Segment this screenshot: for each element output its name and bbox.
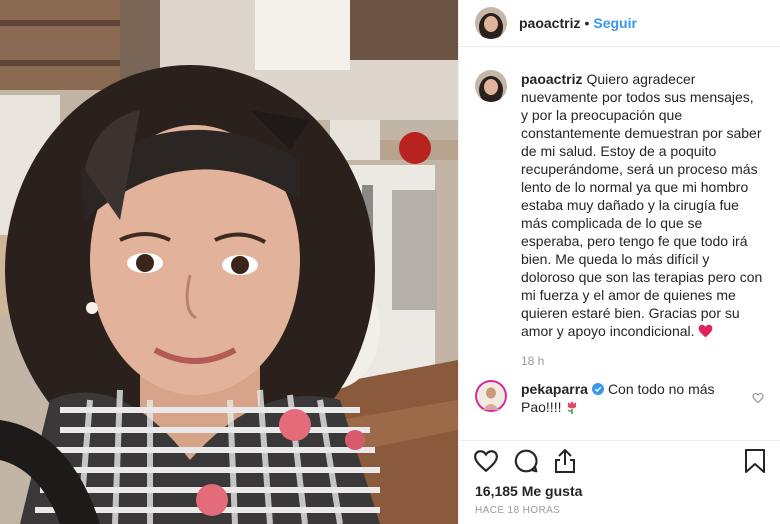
post-side-panel: paoactriz • Seguir paoactriz Quiero agrad… <box>458 0 780 524</box>
verified-badge-icon <box>591 383 604 395</box>
author-avatar[interactable] <box>475 7 507 39</box>
action-icons <box>459 441 780 481</box>
like-count[interactable]: 16,185 Me gusta <box>459 483 780 499</box>
header-separator: • <box>584 15 590 31</box>
tulip-icon <box>567 401 577 414</box>
commenter-username[interactable]: pekaparra <box>521 381 588 397</box>
comments-list: paoactriz Quiero agradecer nuevamente por… <box>459 70 780 416</box>
selfie-photo-image <box>0 0 458 524</box>
caption-body: paoactriz Quiero agradecer nuevamente por… <box>521 70 764 340</box>
caption-time: 18 h <box>521 354 545 368</box>
post-photo[interactable] <box>0 0 458 524</box>
bookmark-icon[interactable] <box>744 448 766 474</box>
post-timestamp[interactable]: HACE 18 HORAS <box>459 505 780 516</box>
caption: paoactriz Quiero agradecer nuevamente por… <box>459 70 780 340</box>
follow-button[interactable]: Seguir <box>593 15 637 31</box>
comment: pekaparra Con todo no más Pao!!!! <box>459 380 780 416</box>
comment-icon[interactable] <box>513 448 539 474</box>
heart-icon[interactable] <box>473 449 499 473</box>
author-username[interactable]: paoactriz <box>519 15 580 31</box>
share-icon[interactable] <box>553 448 577 474</box>
action-bar: 16,185 Me gusta HACE 18 HORAS <box>459 440 780 516</box>
red-heart-icon <box>699 324 713 338</box>
comment-like-icon[interactable] <box>752 392 764 404</box>
caption-username[interactable]: paoactriz <box>521 71 582 87</box>
post-header: paoactriz • Seguir <box>459 0 780 47</box>
comment-body: pekaparra Con todo no más Pao!!!! <box>521 380 731 416</box>
caption-avatar[interactable] <box>475 70 507 102</box>
caption-text: Quiero agradecer nuevamente por todos su… <box>521 71 763 339</box>
commenter-avatar[interactable] <box>475 380 507 412</box>
